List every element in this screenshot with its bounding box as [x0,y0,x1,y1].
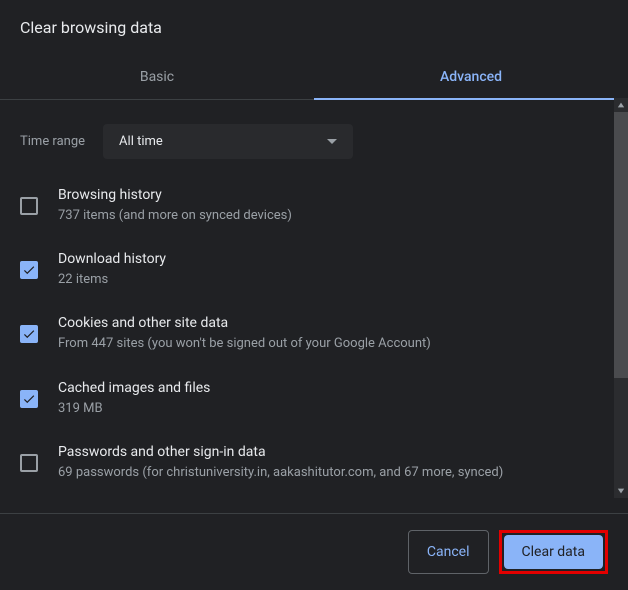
option-subtitle: 69 passwords (for christuniversity.in, a… [58,464,608,482]
option-title: Cookies and other site data [58,315,608,331]
option-text: Browsing history 737 items (and more on … [58,187,608,225]
scrollbar-track[interactable] [614,98,628,498]
dialog-footer: Cancel Clear data [0,513,628,590]
option-title: Browsing history [58,187,608,203]
time-range-dropdown[interactable]: All time [103,124,353,159]
checkbox-download-history[interactable] [20,261,38,279]
time-range-row: Time range All time [20,124,608,159]
option-passwords: Passwords and other sign-in data 69 pass… [20,444,608,482]
option-title: Cached images and files [58,380,608,396]
tab-basic[interactable]: Basic [0,55,314,99]
check-icon [22,327,36,341]
dialog-title: Clear browsing data [0,0,628,47]
checkbox-passwords[interactable] [20,454,38,472]
option-browsing-history: Browsing history 737 items (and more on … [20,187,608,225]
option-subtitle: From 447 sites (you won't be signed out … [58,335,608,353]
option-text: Cookies and other site data From 447 sit… [58,315,608,353]
chevron-down-icon [327,139,337,144]
cancel-button[interactable]: Cancel [408,530,489,574]
option-list: Browsing history 737 items (and more on … [20,187,608,482]
option-title: Download history [58,251,608,267]
checkbox-cached[interactable] [20,390,38,408]
scrollbar-thumb[interactable] [614,98,628,378]
check-icon [22,263,36,277]
option-download-history: Download history 22 items [20,251,608,289]
highlight-box: Clear data [499,530,608,574]
dialog-content: Time range All time Browsing history 737… [0,100,628,513]
option-title: Passwords and other sign-in data [58,444,608,460]
option-subtitle: 319 MB [58,400,608,418]
option-text: Cached images and files 319 MB [58,380,608,418]
checkbox-cookies[interactable] [20,325,38,343]
time-range-label: Time range [20,134,85,149]
clear-browsing-data-dialog: Clear browsing data Basic Advanced Time … [0,0,628,590]
option-subtitle: 22 items [58,271,608,289]
option-cookies: Cookies and other site data From 447 sit… [20,315,608,353]
option-text: Passwords and other sign-in data 69 pass… [58,444,608,482]
option-text: Download history 22 items [58,251,608,289]
time-range-selected: All time [119,134,163,149]
clear-data-button[interactable]: Clear data [504,535,603,569]
checkbox-browsing-history[interactable] [20,197,38,215]
tab-advanced[interactable]: Advanced [314,55,628,99]
scrollbar-down-icon[interactable] [614,484,628,498]
option-subtitle: 737 items (and more on synced devices) [58,207,608,225]
scrollbar-up-icon[interactable] [614,98,628,112]
tabs: Basic Advanced [0,55,628,100]
option-cached: Cached images and files 319 MB [20,380,608,418]
check-icon [22,392,36,406]
